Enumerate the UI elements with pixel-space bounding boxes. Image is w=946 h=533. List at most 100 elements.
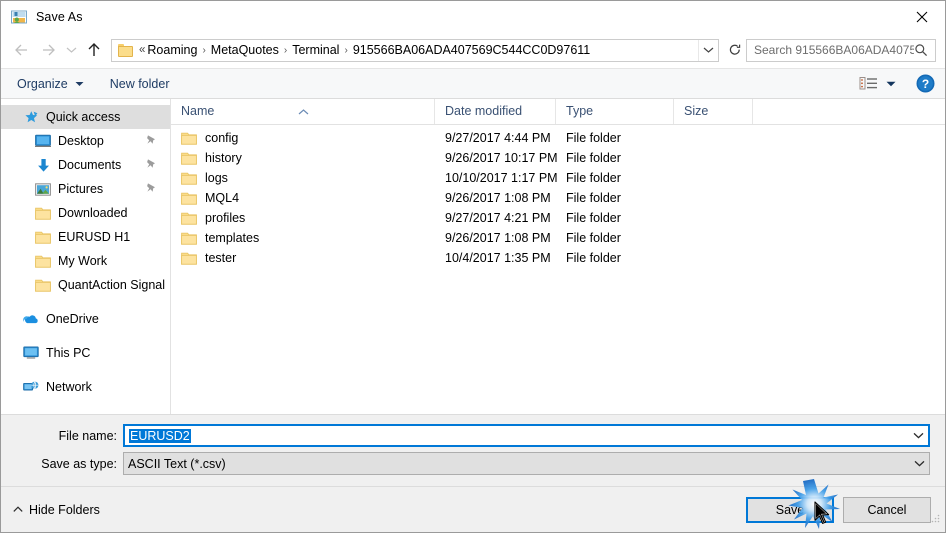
column-header-size[interactable]: Size — [674, 99, 753, 124]
breadcrumb-separator-icon[interactable]: › — [202, 45, 205, 56]
refresh-icon — [729, 44, 741, 55]
folder-icon — [181, 191, 197, 205]
sidebar-item-network[interactable]: Network — [1, 375, 170, 399]
sidebar-item-quantaction-signal[interactable]: QuantAction Signal — [1, 273, 170, 297]
sidebar-item-onedrive[interactable]: OneDrive — [1, 307, 170, 331]
change-view-button[interactable] — [859, 76, 896, 91]
sidebar-item-this-pc[interactable]: This PC — [1, 341, 170, 365]
column-header-type[interactable]: Type — [556, 99, 674, 124]
table-row[interactable]: logs 10/10/2017 1:17 PM File folder — [171, 168, 945, 188]
breadcrumb-separator-icon[interactable]: › — [344, 45, 347, 56]
hide-folders-button[interactable]: Hide Folders — [13, 503, 100, 517]
address-dropdown-button[interactable] — [698, 39, 718, 61]
sidebar-item-label: Documents — [58, 158, 122, 172]
save-as-type-row: Save as type: ASCII Text (*.csv) — [1, 452, 945, 475]
sidebar-item-quick-access[interactable]: Quick access — [1, 105, 170, 129]
file-name-label: File name: — [58, 428, 117, 443]
file-type-cell: File folder — [566, 231, 621, 245]
file-name-selected-text: EURUSD2 — [129, 428, 191, 443]
pin-icon[interactable] — [146, 158, 157, 173]
save-form: File name: EURUSD2 Save as type: ASCII T… — [1, 415, 945, 486]
save-button[interactable]: Save — [746, 496, 834, 523]
file-name-dropdown-button[interactable] — [909, 426, 928, 445]
search-input[interactable]: Search 915566BA06ADA40756… — [746, 38, 936, 62]
svg-text:?: ? — [922, 77, 929, 91]
up-button[interactable] — [81, 37, 107, 63]
save-as-icon — [10, 8, 28, 26]
save-as-type-dropdown-button[interactable] — [910, 453, 929, 474]
file-name-label: MQL4 — [205, 191, 240, 205]
sidebar-item-label: This PC — [46, 346, 91, 360]
file-name-row: File name: EURUSD2 — [1, 424, 945, 447]
folder-icon — [181, 231, 197, 245]
save-as-type-select[interactable]: ASCII Text (*.csv) — [123, 452, 930, 475]
table-row[interactable]: MQL4 9/26/2017 1:08 PM File folder — [171, 188, 945, 208]
window-title: Save As — [36, 9, 83, 24]
file-name-cell: logs — [171, 171, 435, 185]
resize-grip-icon[interactable] — [930, 511, 941, 529]
file-name-cell: history — [171, 151, 435, 165]
chevron-down-icon — [886, 81, 896, 87]
file-type-cell: File folder — [566, 151, 621, 165]
breadcrumb-separator-icon[interactable]: › — [284, 45, 287, 56]
table-row[interactable]: tester 10/4/2017 1:35 PM File folder — [171, 248, 945, 268]
table-row[interactable]: config 9/27/2017 4:44 PM File folder — [171, 128, 945, 148]
close-button[interactable] — [899, 1, 945, 32]
file-name-cell: MQL4 — [171, 191, 435, 205]
sidebar-item-downloaded[interactable]: Downloaded — [1, 201, 170, 225]
table-row[interactable]: templates 9/26/2017 1:08 PM File folder — [171, 228, 945, 248]
folder-icon — [181, 251, 197, 265]
arrow-right-icon — [43, 44, 55, 56]
file-name-label: config — [205, 131, 239, 145]
breadcrumb-item-guid[interactable]: 915566BA06ADA407569C544CC0D97611 — [353, 42, 590, 58]
breadcrumb-item-roaming[interactable]: Roaming — [147, 42, 197, 58]
sidebar-item-desktop[interactable]: Desktop — [1, 129, 170, 153]
table-row[interactable]: history 9/26/2017 10:17 PM File folder — [171, 148, 945, 168]
cancel-button[interactable]: Cancel — [843, 496, 931, 523]
forward-button[interactable] — [35, 37, 61, 63]
pin-icon[interactable] — [146, 134, 157, 149]
back-button[interactable] — [9, 37, 35, 63]
sidebar-item-label: My Work — [58, 254, 108, 268]
sidebar-item-label: Pictures — [58, 182, 104, 196]
file-name-label: templates — [205, 231, 260, 245]
folder-icon — [181, 171, 197, 185]
folder-icon — [35, 277, 51, 293]
organize-button[interactable]: Organize — [17, 77, 84, 91]
table-row[interactable]: profiles 9/27/2017 4:21 PM File folder — [171, 208, 945, 228]
pictures-icon — [35, 181, 51, 197]
file-date-cell: 9/26/2017 1:08 PM — [445, 231, 551, 245]
pin-icon[interactable] — [146, 182, 157, 197]
sidebar-item-my-work[interactable]: My Work — [1, 249, 170, 273]
file-date-cell: 9/27/2017 4:44 PM — [445, 131, 551, 145]
sidebar-item-label: Downloaded — [58, 206, 128, 220]
new-folder-button[interactable]: New folder — [110, 77, 170, 91]
folder-icon — [181, 211, 197, 225]
close-icon — [916, 11, 928, 22]
sidebar-item-eurusd-h1[interactable]: EURUSD H1 — [1, 225, 170, 249]
breadcrumb-overflow[interactable]: « — [139, 44, 145, 56]
recent-locations-button[interactable] — [61, 37, 81, 63]
chevron-down-icon — [66, 47, 76, 53]
column-header-name[interactable]: Name — [171, 99, 435, 124]
sidebar-item-documents[interactable]: Documents — [1, 153, 170, 177]
refresh-button[interactable] — [724, 40, 746, 61]
breadcrumb-item-metaquotes[interactable]: MetaQuotes — [211, 42, 279, 58]
file-type-cell: File folder — [566, 211, 621, 225]
address-bar[interactable]: « Roaming › MetaQuotes › Terminal › 9155… — [111, 38, 719, 62]
file-name-label: logs — [205, 171, 228, 185]
sidebar-item-label: QuantAction Signal — [58, 278, 166, 292]
new-folder-label: New folder — [109, 76, 170, 91]
organize-label: Organize — [17, 76, 68, 91]
help-button[interactable]: ? — [916, 74, 935, 93]
folder-icon — [181, 151, 197, 165]
file-name-input[interactable]: EURUSD2 — [123, 424, 930, 447]
sidebar-item-pictures[interactable]: Pictures — [1, 177, 170, 201]
column-header-date-modified[interactable]: Date modified — [435, 99, 556, 124]
breadcrumb-item-terminal[interactable]: Terminal — [292, 42, 339, 58]
save-as-type-value: ASCII Text (*.csv) — [128, 456, 226, 471]
sidebar-item-label: OneDrive — [46, 312, 99, 326]
file-type-cell: File folder — [566, 131, 621, 145]
